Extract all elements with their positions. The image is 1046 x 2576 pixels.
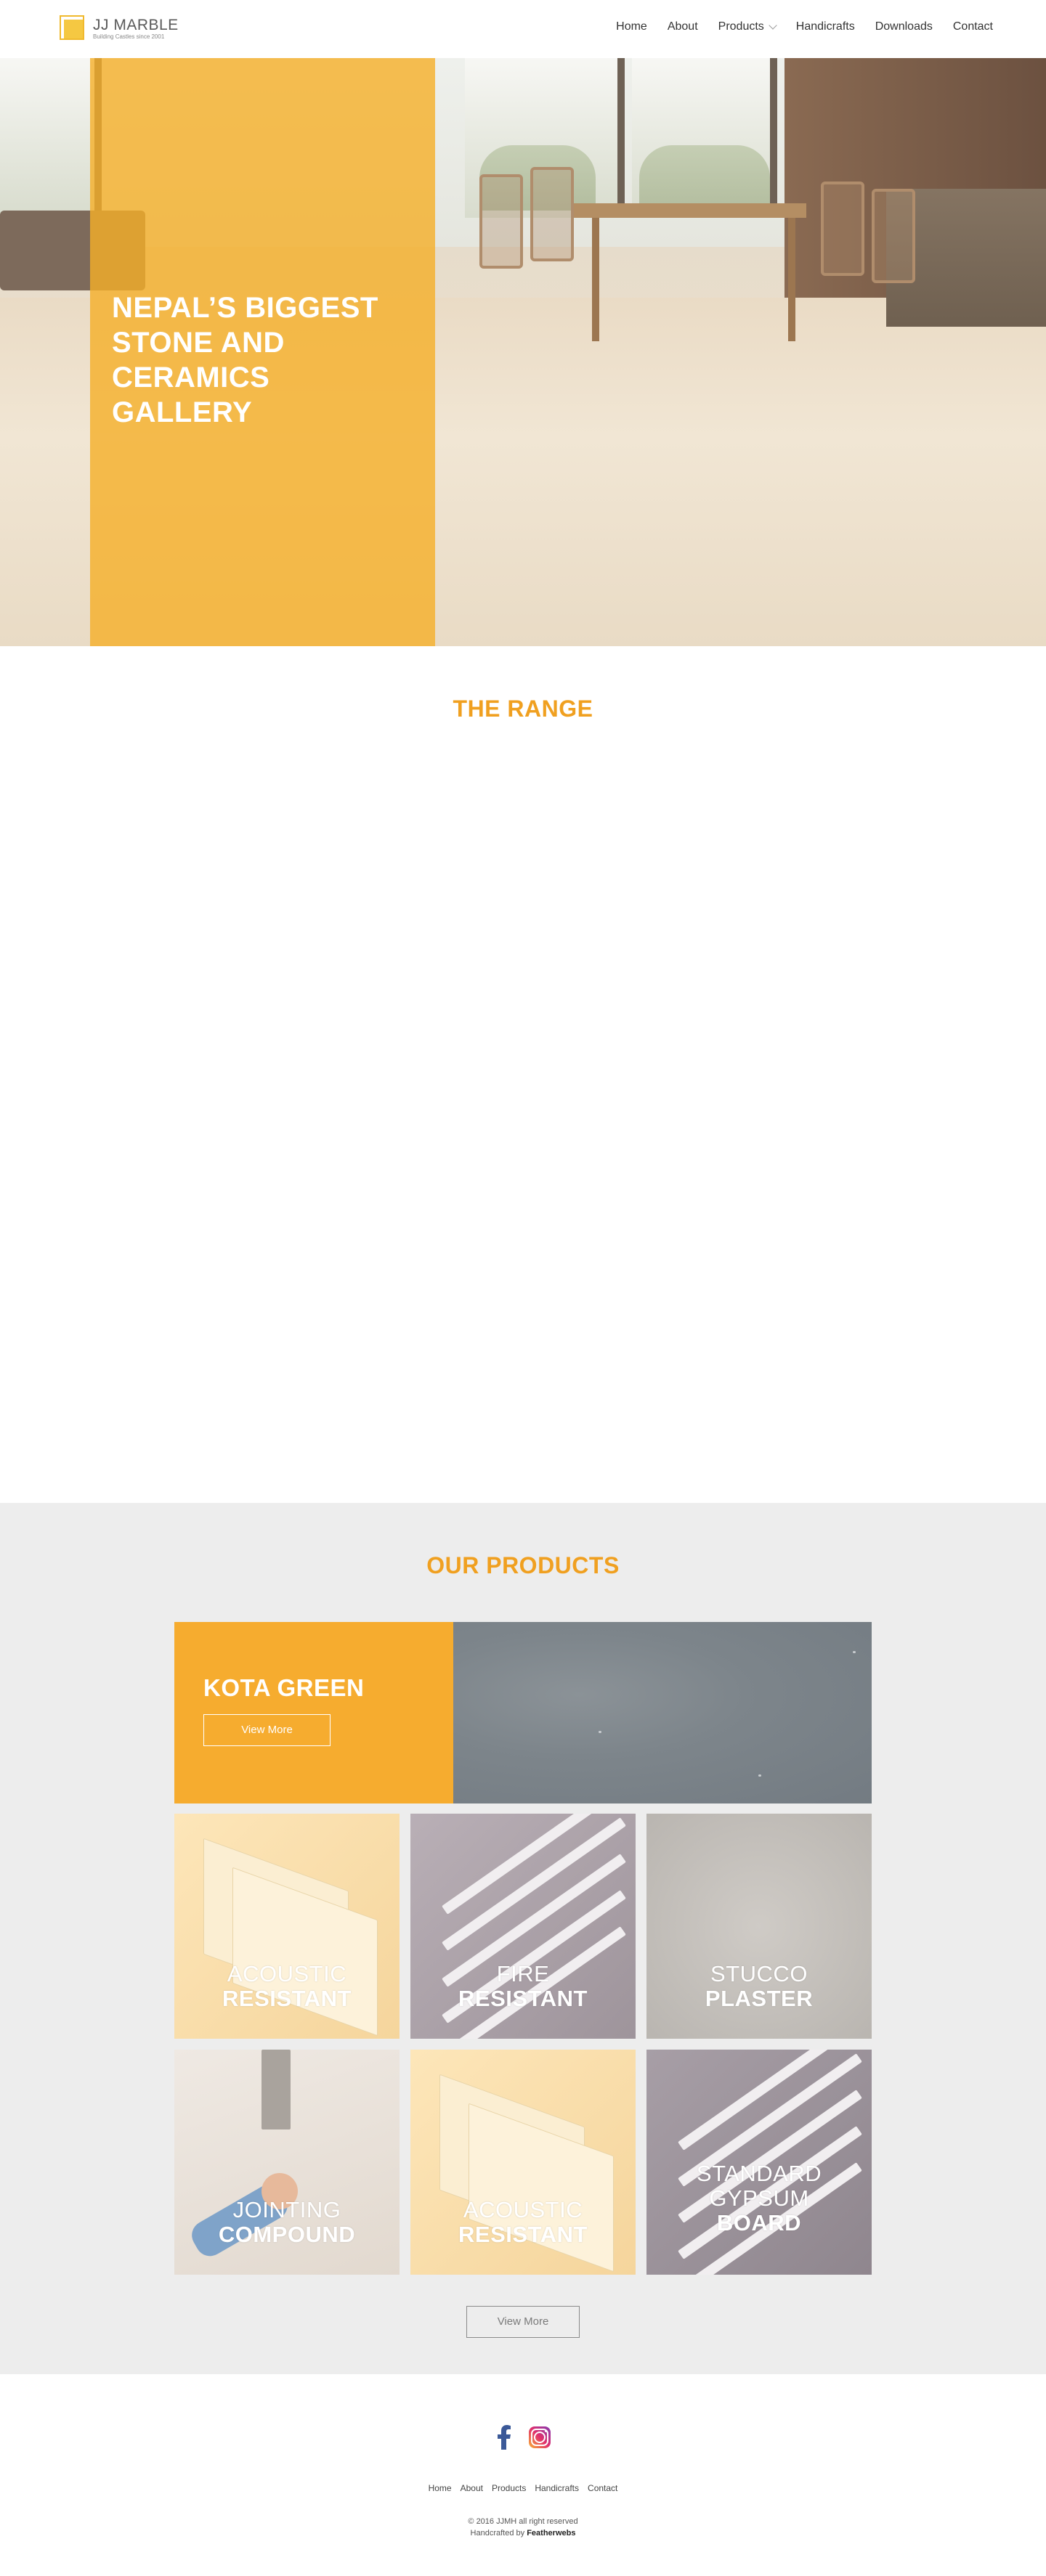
featured-view-more-button[interactable]: View More xyxy=(203,1714,331,1746)
tile-label-line3: RESISTANT xyxy=(458,1986,588,2011)
credit-prefix: Handcrafted by xyxy=(470,2529,525,2538)
featured-product-panel: KOTA GREEN View More xyxy=(174,1622,453,1803)
nav-products-label: Products xyxy=(718,20,764,33)
footer-link-about[interactable]: About xyxy=(461,2483,483,2493)
footer-link-handicrafts[interactable]: Handicrafts xyxy=(535,2483,579,2493)
main-nav: Home About Products Handicrafts Download… xyxy=(596,20,993,33)
credit-link[interactable]: Featherwebs xyxy=(527,2529,575,2538)
product-tile-acoustic[interactable]: ACOUSTIC RESISTANT xyxy=(174,1814,400,2039)
tile-label-line2: GYPSUM xyxy=(709,2185,809,2211)
chevron-down-icon xyxy=(769,21,777,30)
featured-product: KOTA GREEN View More xyxy=(174,1622,872,1803)
products-title: OUR PRODUCTS xyxy=(426,1552,620,1578)
footer-link-home[interactable]: Home xyxy=(429,2483,452,2493)
logo-text: JJ MARBLE Building Castles since 2001 xyxy=(93,17,179,41)
product-tile-standard[interactable]: STANDARD GYPSUM BOARD xyxy=(646,2050,872,2275)
tile-label-line1: STANDARD xyxy=(696,2161,822,2186)
copyright-text: © 2016 JJMH all right reserved xyxy=(468,2517,578,2526)
nav-contact[interactable]: Contact xyxy=(953,20,993,33)
nav-handicrafts[interactable]: Handicrafts xyxy=(796,20,855,33)
social-links xyxy=(497,2425,551,2450)
kota-green-stone-image xyxy=(453,1622,872,1803)
product-tile-stucco[interactable]: STUCCO PLASTER xyxy=(646,1814,872,2039)
logo-mark-icon xyxy=(60,15,87,43)
tile-label-line3: RESISTANT xyxy=(222,1986,352,2011)
product-tile-fire[interactable]: FIRE RESISTANT xyxy=(410,1814,636,2039)
tile-label-line1: JOINTING xyxy=(232,2197,341,2222)
logo-title: JJ MARBLE xyxy=(93,17,179,33)
hero-title: NEPAL’S BIGGEST STONE AND CERAMICS GALLE… xyxy=(112,292,378,428)
tile-label-line3: PLASTER xyxy=(705,1986,814,2011)
credit-text: Handcrafted by Featherwebs xyxy=(0,2528,1046,2539)
nav-about[interactable]: About xyxy=(668,20,698,33)
tile-label-line3: RESISTANT xyxy=(458,2222,588,2247)
tile-label-line1: STUCCO xyxy=(710,1961,808,1986)
range-title: THE RANGE xyxy=(453,696,593,722)
logo-tagline: Building Castles since 2001 xyxy=(93,33,165,40)
tile-label-line1: ACOUSTIC xyxy=(463,2197,583,2222)
nav-products[interactable]: Products xyxy=(718,20,777,33)
nav-downloads[interactable]: Downloads xyxy=(875,20,933,33)
footer-link-contact[interactable]: Contact xyxy=(588,2483,617,2493)
logo[interactable]: JJ MARBLE Building Castles since 2001 xyxy=(60,15,179,44)
footer-nav: Home About Products Handicrafts Contact xyxy=(0,2483,1046,2493)
product-tile-acoustic-2[interactable]: ACOUSTIC RESISTANT xyxy=(410,2050,636,2275)
tile-label-line1: FIRE xyxy=(496,1961,550,1986)
nav-home[interactable]: Home xyxy=(616,20,647,33)
tile-label-line3: COMPOUND xyxy=(218,2222,356,2247)
tile-label-line3: BOARD xyxy=(716,2210,802,2235)
tile-label-line1: ACOUSTIC xyxy=(227,1961,347,1986)
site-footer: Home About Products Handicrafts Contact … xyxy=(0,2374,1046,2576)
hero-banner: NEPAL’S BIGGEST STONE AND CERAMICS GALLE… xyxy=(0,58,1046,646)
view-more-button[interactable]: View More xyxy=(466,2306,580,2338)
instagram-icon[interactable] xyxy=(529,2426,551,2448)
footer-link-products[interactable]: Products xyxy=(492,2483,526,2493)
products-section: OUR PRODUCTS KOTA GREEN View More ACOUST… xyxy=(0,1503,1046,2374)
featured-product-title: KOTA GREEN xyxy=(203,1674,365,1701)
site-header: JJ MARBLE Building Castles since 2001 Ho… xyxy=(0,0,1046,58)
facebook-icon[interactable] xyxy=(497,2425,511,2450)
product-tile-jointing[interactable]: JOINTING COMPOUND xyxy=(174,2050,400,2275)
